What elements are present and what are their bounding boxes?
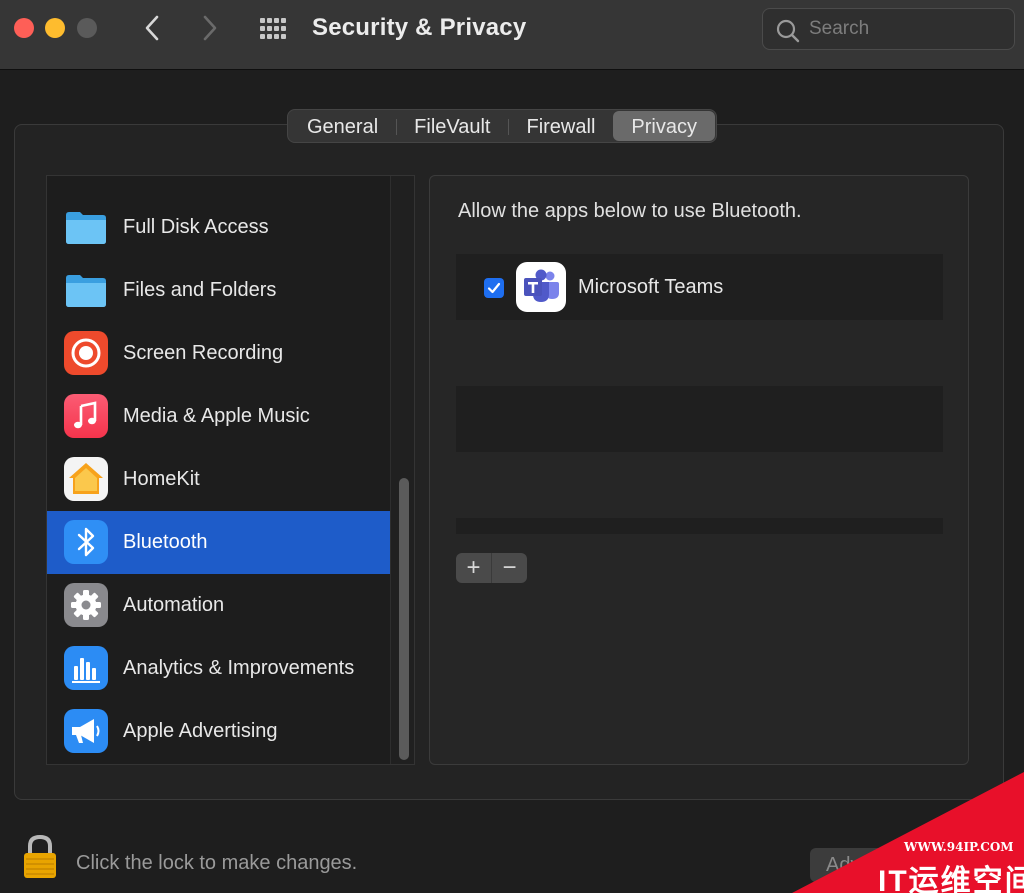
sidebar-item-analytics-improvements[interactable]: Analytics & Improvements: [47, 637, 391, 700]
show-all-button[interactable]: [256, 14, 292, 44]
sidebar-item-label: Analytics & Improvements: [123, 657, 355, 679]
grid-icon: [260, 18, 286, 39]
bluetooth-icon: [64, 520, 108, 564]
forward-button[interactable]: [192, 12, 228, 44]
table-row[interactable]: Microsoft Teams: [456, 254, 943, 320]
music-note-icon: [64, 394, 108, 438]
add-app-button[interactable]: +: [456, 553, 491, 583]
table-row-empty: [456, 386, 943, 452]
bluetooth-apps-pane: Allow the apps below to use Bluetooth. M…: [429, 175, 969, 765]
add-remove-controls: + −: [456, 553, 527, 583]
megaphone-icon: [64, 709, 108, 753]
search-input[interactable]: [809, 15, 999, 43]
sidebar-item-apple-advertising[interactable]: Apple Advertising: [47, 700, 391, 763]
tab-bar: General FileVault Firewall Privacy: [287, 109, 717, 143]
sidebar-item-label: Apple Advertising: [123, 720, 278, 742]
sidebar-item-automation[interactable]: Automation: [47, 574, 391, 637]
sidebar-item-label: HomeKit: [123, 468, 200, 490]
tab-general[interactable]: General: [289, 111, 396, 141]
chevron-left-icon: [145, 15, 159, 41]
privacy-category-list: Full Disk Access Files and Folders Scree…: [46, 175, 415, 765]
title-bar: Security & Privacy: [0, 0, 1024, 70]
tab-privacy[interactable]: Privacy: [613, 111, 715, 141]
table-row-empty: [456, 452, 943, 518]
tab-firewall[interactable]: Firewall: [508, 111, 613, 141]
window-title: Security & Privacy: [312, 14, 527, 41]
app-enabled-checkbox[interactable]: [484, 278, 504, 298]
scrollbar-track[interactable]: [390, 176, 414, 764]
table-row-empty: [456, 320, 943, 386]
sidebar-item-full-disk-access[interactable]: Full Disk Access: [47, 196, 391, 259]
minimize-window-button[interactable]: [45, 18, 65, 38]
lock-hint-text: Click the lock to make changes.: [76, 852, 358, 874]
sidebar-item-label: Automation: [123, 594, 225, 616]
folder-icon: [66, 275, 106, 307]
app-name: Microsoft Teams: [578, 276, 724, 298]
teams-icon: [516, 262, 566, 312]
sidebar-item-files-and-folders[interactable]: Files and Folders: [47, 259, 391, 322]
search-icon: [776, 19, 800, 43]
remove-app-button[interactable]: −: [492, 553, 527, 583]
folder-icon: [66, 212, 106, 244]
scrollbar-thumb[interactable]: [399, 478, 409, 760]
sidebar-item-screen-recording[interactable]: Screen Recording: [47, 322, 391, 385]
sidebar-item-media-apple-music[interactable]: Media & Apple Music: [47, 385, 391, 448]
watermark-brand: IT运维空间: [878, 865, 1024, 893]
gear-icon: [64, 583, 108, 627]
sidebar-item-label: Media & Apple Music: [123, 405, 310, 427]
pane-description: Allow the apps below to use Bluetooth.: [458, 200, 802, 222]
apps-table: Microsoft Teams: [456, 254, 943, 534]
sidebar-item-homekit[interactable]: HomeKit: [47, 448, 391, 511]
sidebar-item-label: Screen Recording: [123, 342, 284, 364]
sidebar-item-bluetooth[interactable]: Bluetooth: [47, 511, 391, 574]
bar-chart-icon: [64, 646, 108, 690]
record-icon: [64, 331, 108, 375]
chevron-right-icon: [203, 15, 217, 41]
checkmark-icon: [487, 282, 501, 294]
home-icon: [64, 457, 108, 501]
tab-filevault[interactable]: FileVault: [396, 111, 508, 141]
sidebar-item-label: Full Disk Access: [123, 216, 269, 238]
watermark-url: WWW.94IP.COM: [904, 840, 1014, 854]
search-box[interactable]: [762, 8, 1015, 50]
sidebar-item-label: Files and Folders: [123, 279, 277, 301]
close-window-button[interactable]: [14, 18, 34, 38]
zoom-window-button[interactable]: [77, 18, 97, 38]
back-button[interactable]: [134, 12, 170, 44]
lock-icon[interactable]: [22, 834, 58, 880]
sidebar-item-label: Bluetooth: [123, 531, 208, 553]
